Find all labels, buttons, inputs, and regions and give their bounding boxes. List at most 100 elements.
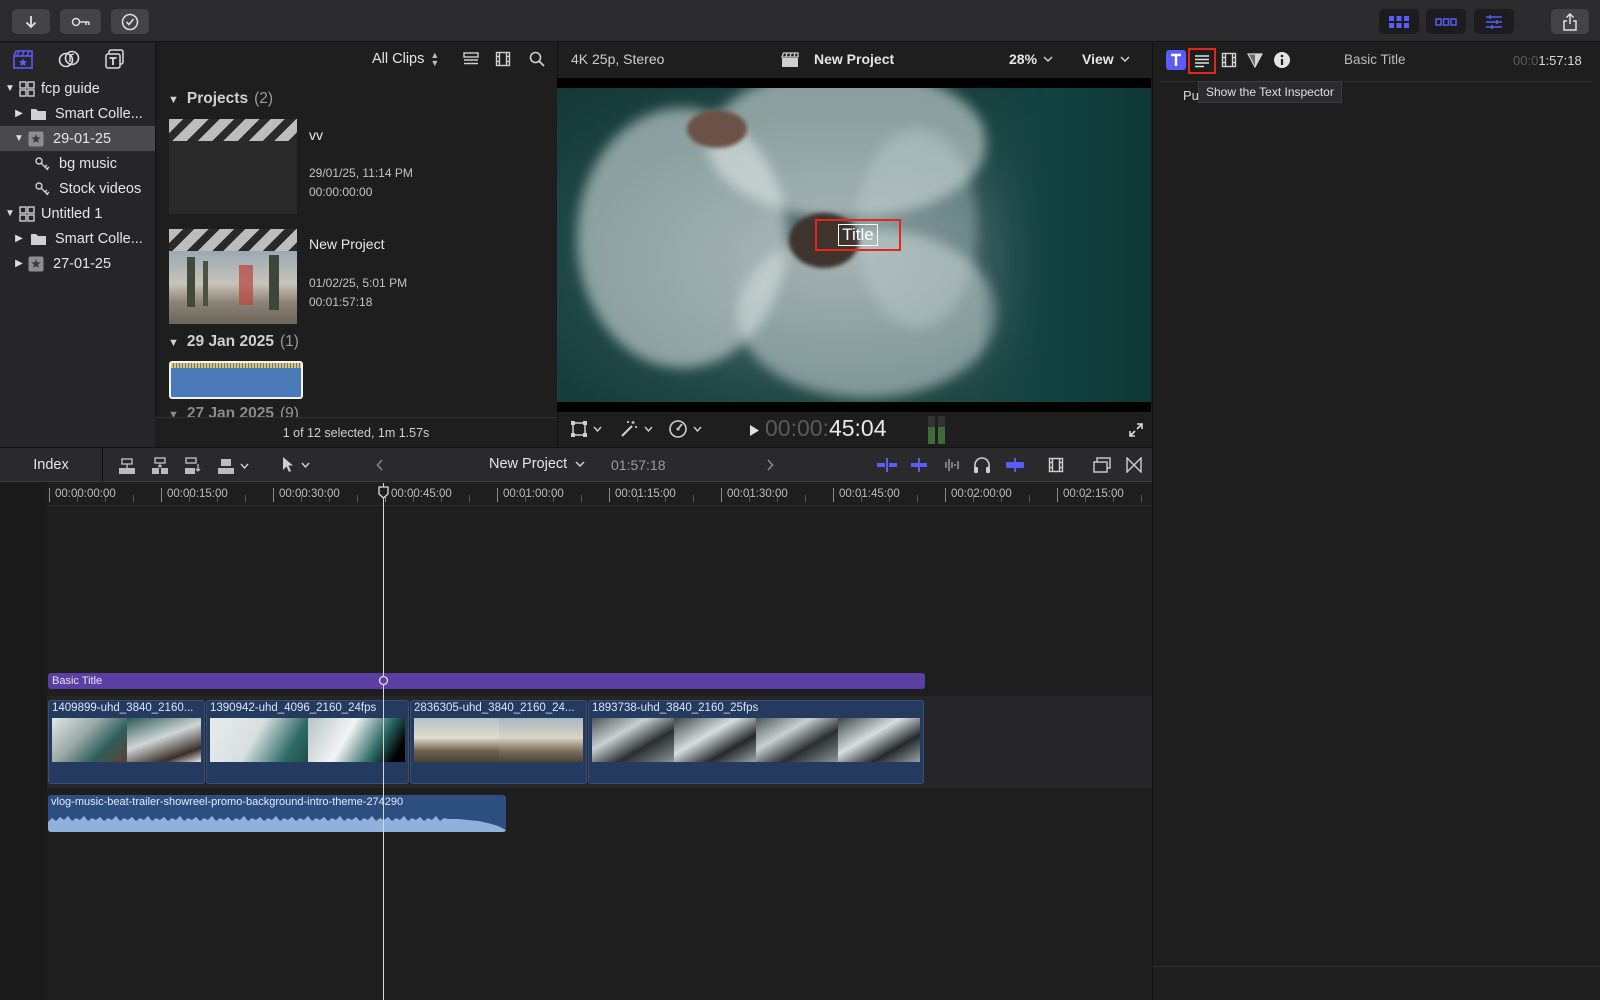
audio-clip-thumbnail[interactable] bbox=[169, 361, 303, 399]
library-row-smart-collections[interactable]: ▶ Smart Colle... bbox=[0, 101, 155, 126]
title-t-icon bbox=[1171, 53, 1181, 66]
snapping-icon[interactable] bbox=[908, 457, 930, 473]
ruler-minor-tick bbox=[357, 495, 358, 502]
enhancements-popup[interactable] bbox=[619, 419, 653, 439]
disclosure-collapsed-icon[interactable]: ▶ bbox=[13, 258, 25, 269]
library-row-smart-collections-2[interactable]: ▶ Smart Colle... bbox=[0, 226, 155, 251]
arrow-pointer-icon bbox=[283, 457, 293, 472]
project-date: 29/01/25, 11:14 PM bbox=[309, 166, 413, 180]
timeline-gutter bbox=[0, 483, 47, 1000]
retime-popup[interactable] bbox=[668, 419, 702, 439]
library-row-bg-music[interactable]: bg music bbox=[0, 151, 155, 176]
fullscreen-icon[interactable] bbox=[1128, 422, 1144, 438]
audio-skimming-icon[interactable] bbox=[941, 456, 961, 474]
disclosure-collapsed-icon[interactable]: ▶ bbox=[13, 233, 25, 244]
audio-meter-left bbox=[928, 416, 935, 444]
text-inspector-tab[interactable] bbox=[1188, 48, 1216, 74]
disclosure-expanded-icon[interactable]: ▼ bbox=[168, 94, 179, 106]
info-inspector-tab[interactable] bbox=[1272, 50, 1292, 70]
library-row-fcp-guide[interactable]: ▼ fcp guide bbox=[0, 76, 155, 101]
ruler-label: 00:00:30:00 bbox=[279, 488, 340, 500]
solo-icon[interactable] bbox=[1004, 457, 1026, 473]
photos-audio-tab[interactable] bbox=[58, 49, 80, 69]
project-thumbnail-vv[interactable] bbox=[169, 119, 297, 214]
inspector-bottom-divider bbox=[1152, 966, 1600, 967]
title-overlay[interactable]: Title bbox=[815, 219, 901, 251]
show-timeline-button[interactable] bbox=[1426, 9, 1466, 34]
list-view-button[interactable] bbox=[463, 52, 479, 66]
overwrite-popup[interactable] bbox=[216, 456, 249, 476]
video-clip[interactable]: 1893738-uhd_3840_2160_25fps bbox=[588, 700, 924, 784]
connect-clip-icon[interactable] bbox=[117, 456, 137, 476]
disclosure-expanded-icon[interactable]: ▼ bbox=[4, 83, 16, 94]
library-row-event-27-01-25[interactable]: ▶ 27-01-25 bbox=[0, 251, 155, 276]
titles-generators-tab[interactable] bbox=[104, 49, 126, 69]
background-tasks-button[interactable] bbox=[111, 9, 149, 34]
title-clip[interactable]: Basic Title bbox=[48, 673, 925, 689]
playhead-handle-icon[interactable] bbox=[378, 486, 389, 499]
audio-clip[interactable]: vlog-music-beat-trailer-showreel-promo-b… bbox=[48, 795, 506, 832]
video-clip[interactable]: 1390942-uhd_4096_2160_24fps bbox=[206, 700, 409, 784]
zoom-popup[interactable]: 28% bbox=[1009, 51, 1053, 67]
timeline-index-icon[interactable] bbox=[1093, 457, 1111, 473]
append-clip-icon[interactable] bbox=[183, 456, 203, 476]
viewer-timecode[interactable]: 00:00:45:04 bbox=[765, 415, 887, 442]
ruler-minor-tick bbox=[693, 495, 694, 502]
index-button[interactable]: Index bbox=[0, 448, 103, 482]
headphones-icon[interactable] bbox=[973, 456, 991, 474]
chevron-down-icon bbox=[240, 463, 249, 469]
playhead[interactable] bbox=[383, 483, 384, 1000]
date-section-header-partial[interactable]: ▼ 27 Jan 2025 (9) bbox=[168, 405, 299, 417]
video-inspector-tab[interactable] bbox=[1219, 50, 1239, 70]
ruler-minor-tick bbox=[917, 495, 918, 502]
effects-browser-icon[interactable] bbox=[1126, 457, 1142, 473]
projects-section-header[interactable]: ▼ Projects (2) bbox=[168, 90, 273, 108]
chevron-right-icon[interactable] bbox=[766, 459, 774, 471]
section-title: Projects bbox=[186, 90, 249, 107]
ruler-label: 00:00:00:00 bbox=[55, 488, 116, 500]
color-inspector-tab[interactable] bbox=[1245, 50, 1265, 70]
ruler-minor-tick bbox=[581, 495, 582, 502]
timeline-ruler[interactable]: 00:00:00:00 00:00:15:00 00:00:30:00 00:00:4… bbox=[47, 483, 1152, 506]
search-button[interactable] bbox=[529, 51, 545, 67]
ruler-tick bbox=[273, 488, 274, 502]
keywords-button[interactable] bbox=[60, 9, 101, 34]
clip-filter-popup[interactable]: All Clips ▲ ▼ bbox=[372, 51, 439, 68]
show-inspector-button[interactable] bbox=[1474, 9, 1514, 34]
import-media-button[interactable] bbox=[12, 9, 50, 34]
folder-icon bbox=[31, 108, 46, 120]
ruler-tick bbox=[945, 488, 946, 502]
play-icon[interactable] bbox=[749, 424, 760, 437]
clip-appearance-button[interactable] bbox=[495, 51, 511, 67]
zoom-to-fit-icon[interactable] bbox=[876, 457, 898, 473]
view-popup[interactable]: View bbox=[1082, 51, 1130, 67]
clip-appearance-icon[interactable] bbox=[1048, 457, 1064, 473]
timecode-dim: 00:00: bbox=[765, 415, 829, 441]
disclosure-collapsed-icon[interactable]: ▶ bbox=[13, 108, 25, 119]
library-row-stock-videos[interactable]: Stock videos bbox=[0, 176, 155, 201]
date-section-header[interactable]: ▼ 29 Jan 2025 (1) bbox=[168, 333, 299, 351]
section-count: (2) bbox=[254, 90, 274, 107]
main-toolbar bbox=[0, 0, 1600, 42]
disclosure-expanded-icon[interactable]: ▼ bbox=[4, 208, 16, 219]
insert-clip-icon[interactable] bbox=[150, 456, 170, 476]
chevron-left-icon[interactable] bbox=[376, 459, 384, 471]
show-browser-button[interactable] bbox=[1379, 9, 1419, 34]
disclosure-expanded-icon[interactable]: ▼ bbox=[13, 133, 25, 144]
transform-popup[interactable] bbox=[570, 420, 602, 438]
clip-filmstrip bbox=[414, 718, 583, 762]
library-row-event-29-01-25[interactable]: ▼ 29-01-25 bbox=[0, 126, 155, 151]
viewer-project-name: New Project bbox=[814, 51, 895, 67]
video-clip[interactable]: 2836305-uhd_3840_2160_24... bbox=[410, 700, 587, 784]
filmstrip-icon bbox=[495, 51, 511, 67]
library-row-untitled-1[interactable]: ▼ Untitled 1 bbox=[0, 201, 155, 226]
title-inspector-tab[interactable] bbox=[1166, 50, 1186, 70]
project-thumbnail-new-project[interactable] bbox=[169, 229, 297, 324]
inspector-duration: 00:01:57:18 bbox=[1513, 53, 1582, 68]
disclosure-expanded-icon[interactable]: ▼ bbox=[168, 337, 179, 349]
tool-popup[interactable] bbox=[281, 456, 310, 474]
video-clip[interactable]: 1409899-uhd_3840_2160... bbox=[48, 700, 205, 784]
libraries-tab[interactable] bbox=[12, 49, 34, 69]
share-button[interactable] bbox=[1551, 9, 1589, 34]
timeline-project-popup[interactable]: New Project bbox=[489, 456, 585, 472]
